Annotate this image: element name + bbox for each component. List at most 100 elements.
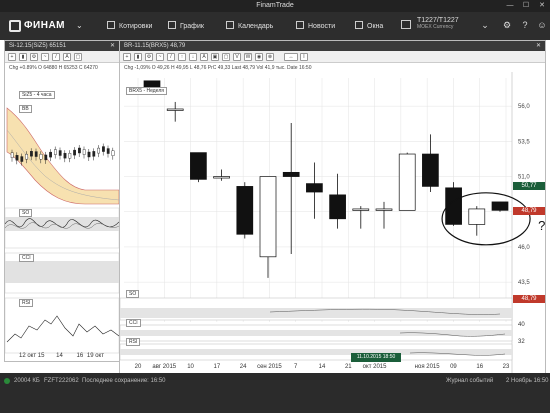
marker-v-icon[interactable]: V <box>233 53 241 61</box>
event-log-link[interactable]: Журнал событий <box>446 378 493 384</box>
left-candle <box>111 150 115 156</box>
app-window: FinamTrade — ☐ ✕ ФИНАМ ⌄ Котировки Графи… <box>0 0 550 413</box>
main-panel-close-icon[interactable]: ✕ <box>536 42 541 49</box>
left-chart-panel: Si-12.15(SiZ5) 65151 ✕ + ▮ ⚙ ~ / A ▢ Chg … <box>4 40 120 362</box>
left-candle <box>82 149 86 155</box>
arrow-up-icon[interactable]: ↑ <box>178 53 186 61</box>
left-cci-label[interactable]: CCI <box>19 254 34 262</box>
left-candle <box>54 149 57 155</box>
so-value-tag: 48,79 <box>513 295 545 303</box>
left-candle <box>30 151 33 157</box>
measure-icon[interactable]: ↔ <box>284 53 298 61</box>
maximize-button[interactable]: ☐ <box>518 0 534 12</box>
y-tick-label: 43,5 <box>518 280 530 286</box>
left-candle <box>58 150 62 156</box>
x-tick-label: 24 <box>240 364 247 370</box>
help-icon[interactable]: ? <box>520 20 530 30</box>
x-tick-label: авг 2015 <box>152 364 176 370</box>
left-rsi-label[interactable]: RSI <box>19 299 34 307</box>
left-fullscreen-icon[interactable]: ▢ <box>74 53 82 61</box>
crosshair-date-label: 11.10.2015 18:50 <box>351 353 401 362</box>
left-candle <box>49 151 53 158</box>
left-panel-toolbar: + ▮ ⚙ ~ / A ▢ <box>5 51 119 63</box>
arrow-down-icon[interactable]: ↓ <box>189 53 197 61</box>
left-drawing-icon[interactable]: / <box>52 53 60 61</box>
news-icon <box>296 21 304 29</box>
connection-status-icon <box>4 378 10 384</box>
briefcase-icon[interactable] <box>401 20 415 32</box>
toolbar-chart[interactable]: График <box>168 21 204 33</box>
main-chart-area: 56,053,551,048,546,043,5?20авг 201510172… <box>120 72 545 373</box>
left-zoom-icon[interactable]: + <box>8 53 16 61</box>
toolbar-news[interactable]: Новости <box>296 21 335 33</box>
candle <box>352 208 370 211</box>
eye-icon[interactable]: ◉ <box>255 53 263 61</box>
x-tick-label: 16 <box>476 364 483 370</box>
logo-dropdown-icon[interactable]: ⌄ <box>76 21 83 33</box>
cci-value: 40 <box>518 322 525 328</box>
left-settings-icon[interactable]: ⚙ <box>30 53 38 61</box>
remove-icon[interactable]: ⊗ <box>266 53 274 61</box>
user-icon[interactable]: ☺ <box>537 20 547 30</box>
toolbar-quotes[interactable]: Котировки <box>107 21 152 33</box>
title-bar: FinamTrade — ☐ ✕ <box>0 0 550 12</box>
window-title: FinamTrade <box>256 2 294 9</box>
candle <box>398 153 416 211</box>
toolbar-windows[interactable]: Окна <box>355 21 383 33</box>
finam-logo-icon <box>9 20 21 32</box>
left-candles-icon[interactable]: ▮ <box>19 53 27 61</box>
left-candle <box>25 153 28 160</box>
x-tick-label: окт 2015 <box>363 364 387 370</box>
fill-icon[interactable]: ▣ <box>211 53 219 61</box>
rectangle-icon[interactable]: ▢ <box>222 53 230 61</box>
left-panel-header: Si-12.15(SiZ5) 65151 ✕ <box>5 41 119 51</box>
main-panel-toolbar: + ▮ ⚙ ~ / ↑ ↓ A ▣ ▢ V W ◉ ⊗ ↔ I <box>120 51 545 63</box>
x-tick-label: 17 <box>214 364 221 370</box>
candle <box>375 208 393 211</box>
status-datetime: 2 Ноябрь 16:50 <box>506 378 549 384</box>
x-tick-label: 20 <box>135 364 142 370</box>
main-so-label[interactable]: SO <box>126 290 140 298</box>
account-selector[interactable]: T1227/T1227 MOEX Currency <box>417 17 459 30</box>
x-tick-label: 10 <box>187 364 194 370</box>
zoom-icon[interactable]: + <box>123 53 131 61</box>
cursor-icon[interactable]: I <box>300 53 308 61</box>
close-button[interactable]: ✕ <box>534 0 550 12</box>
main-cci-label[interactable]: CCI <box>126 319 141 327</box>
rsi-value: 32 <box>518 339 525 345</box>
y-tick-label: 53,5 <box>518 139 530 145</box>
settings-icon[interactable]: ⚙ <box>502 20 512 30</box>
candles-icon[interactable]: ▮ <box>134 53 142 61</box>
main-rsi-label[interactable]: RSI <box>126 338 141 346</box>
marker-w-icon[interactable]: W <box>244 53 252 61</box>
status-bar: 20004 КБ FZFT222062 Последнее сохранение… <box>0 373 550 413</box>
finam-logo: ФИНАМ <box>24 20 65 31</box>
left-candle <box>77 147 81 154</box>
main-toolbar: ФИНАМ ⌄ Котировки График Календарь Новос… <box>0 12 550 40</box>
left-indicator-icon[interactable]: ~ <box>41 53 49 61</box>
x-tick-label: 23 <box>503 364 510 370</box>
left-panel-close-icon[interactable]: ✕ <box>110 42 115 49</box>
left-candle <box>73 149 77 156</box>
settings-icon[interactable]: ⚙ <box>145 53 153 61</box>
left-bb-label[interactable]: BB <box>19 105 32 113</box>
toolbar-calendar[interactable]: Календарь <box>226 21 273 33</box>
left-text-icon[interactable]: A <box>63 53 71 61</box>
text-icon[interactable]: A <box>200 53 208 61</box>
candle <box>259 176 277 258</box>
left-so-label[interactable]: SO <box>19 209 33 217</box>
main-chart-label[interactable]: BRX5 - Неделя <box>126 87 167 95</box>
left-candle <box>10 152 14 158</box>
left-candle <box>20 156 24 162</box>
left-main-label[interactable]: SiZ5 - 4 часа <box>19 91 55 99</box>
left-candle <box>68 152 72 159</box>
minimize-button[interactable]: — <box>502 0 518 12</box>
left-chart-area <box>5 72 119 354</box>
indicator-icon[interactable]: ~ <box>156 53 164 61</box>
trendline-icon[interactable]: / <box>167 53 175 61</box>
candle <box>190 152 207 180</box>
account-dropdown-icon[interactable]: ⌄ <box>480 20 490 30</box>
prev-price-tag: 50,77 <box>513 182 545 190</box>
left-candle <box>39 154 43 160</box>
left-candle <box>34 151 38 157</box>
